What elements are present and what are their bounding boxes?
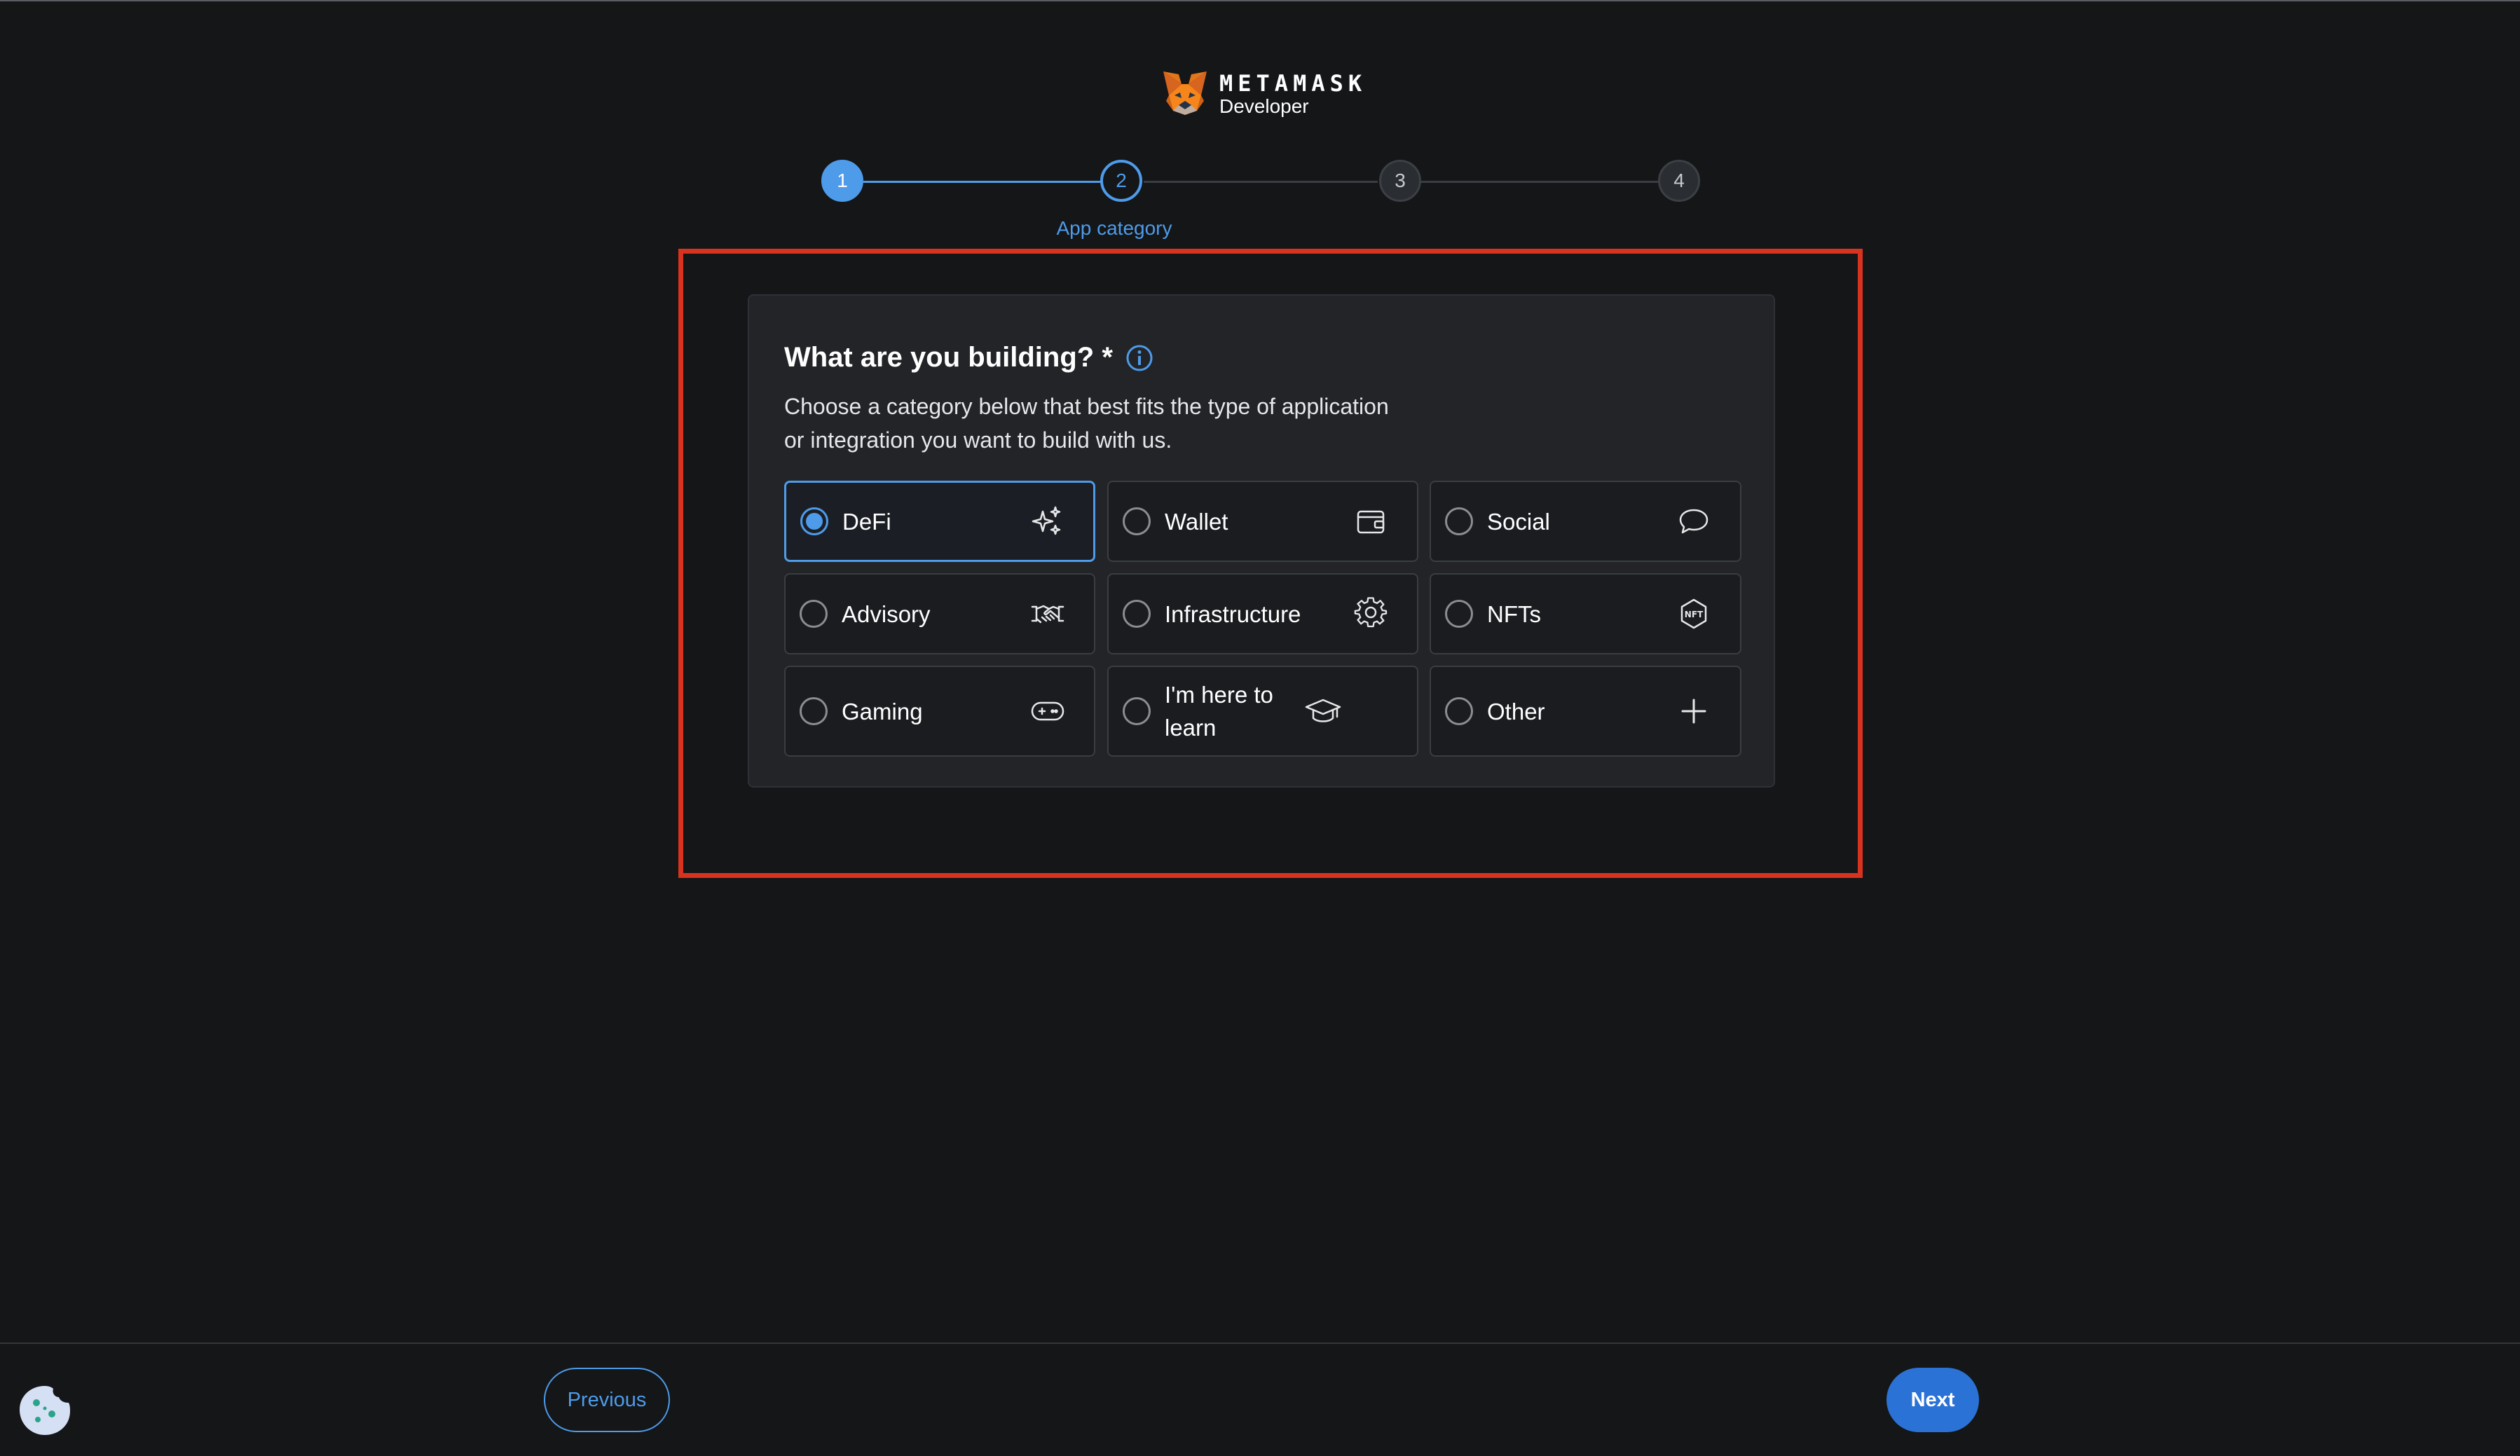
wallet-icon bbox=[1357, 510, 1385, 534]
option-label: Other bbox=[1487, 698, 1545, 724]
option-label: Advisory bbox=[842, 600, 931, 627]
step-3: 3 bbox=[1379, 160, 1421, 202]
option-learn[interactable]: I'm here to learn bbox=[1107, 666, 1418, 757]
radio-gaming[interactable] bbox=[800, 697, 828, 725]
question-description: Choose a category below that best fits t… bbox=[784, 394, 1389, 453]
footer-divider bbox=[0, 1342, 2520, 1344]
option-nfts[interactable]: NFTs NFT bbox=[1430, 573, 1741, 654]
question-title: What are you building? * bbox=[784, 342, 1113, 373]
option-defi[interactable]: DeFi bbox=[784, 481, 1095, 562]
option-advisory[interactable]: Advisory bbox=[784, 573, 1095, 654]
option-social[interactable]: Social bbox=[1430, 481, 1741, 562]
step-1: 1 bbox=[821, 160, 863, 202]
gear-icon bbox=[1354, 597, 1388, 628]
stepper-line-upcoming-2 bbox=[1420, 181, 1658, 183]
option-label: DeFi bbox=[842, 508, 891, 535]
option-label: Infrastructure bbox=[1165, 600, 1301, 627]
stepper-line-upcoming-1 bbox=[1144, 181, 1378, 183]
radio-learn[interactable] bbox=[1123, 697, 1151, 725]
stepper-line-completed bbox=[863, 181, 1104, 183]
plus-icon bbox=[1681, 699, 1706, 724]
option-gaming[interactable]: Gaming bbox=[784, 666, 1095, 757]
option-wallet[interactable]: Wallet bbox=[1107, 481, 1418, 562]
cookie-settings-icon[interactable] bbox=[17, 1382, 73, 1438]
radio-nfts[interactable] bbox=[1445, 600, 1473, 628]
radio-defi[interactable] bbox=[800, 507, 828, 535]
svg-text:NFT: NFT bbox=[1685, 610, 1704, 619]
step-2: 2 bbox=[1100, 160, 1142, 202]
radio-social[interactable] bbox=[1445, 507, 1473, 535]
radio-wallet[interactable] bbox=[1123, 507, 1151, 535]
radio-other[interactable] bbox=[1445, 697, 1473, 725]
option-label: NFTs bbox=[1487, 600, 1541, 627]
option-infrastructure[interactable]: Infrastructure bbox=[1107, 573, 1418, 654]
option-label: Wallet bbox=[1165, 508, 1228, 535]
step-4: 4 bbox=[1658, 160, 1700, 202]
info-icon[interactable] bbox=[1125, 344, 1153, 372]
next-button[interactable]: Next bbox=[1886, 1368, 1979, 1432]
progress-stepper: 1 2 3 4 App category bbox=[0, 0, 2520, 252]
category-card: What are you building? * Choose a catego… bbox=[748, 294, 1775, 788]
question-title-row: What are you building? * bbox=[784, 342, 1153, 373]
option-label: Social bbox=[1487, 508, 1550, 535]
radio-advisory[interactable] bbox=[800, 600, 828, 628]
nft-badge-icon: NFT bbox=[1680, 598, 1707, 629]
option-label: I'm here to learn bbox=[1165, 682, 1273, 741]
graduation-cap-icon bbox=[1305, 699, 1341, 722]
option-label: Gaming bbox=[842, 698, 923, 724]
gamepad-icon bbox=[1031, 701, 1064, 721]
current-step-label: App category bbox=[1056, 217, 1172, 239]
handshake-icon bbox=[1031, 605, 1064, 624]
option-other[interactable]: Other bbox=[1430, 666, 1741, 757]
radio-infrastructure[interactable] bbox=[1123, 600, 1151, 628]
previous-button[interactable]: Previous bbox=[544, 1368, 670, 1432]
sparkles-icon bbox=[1032, 506, 1061, 535]
chat-bubble-icon bbox=[1679, 509, 1708, 534]
